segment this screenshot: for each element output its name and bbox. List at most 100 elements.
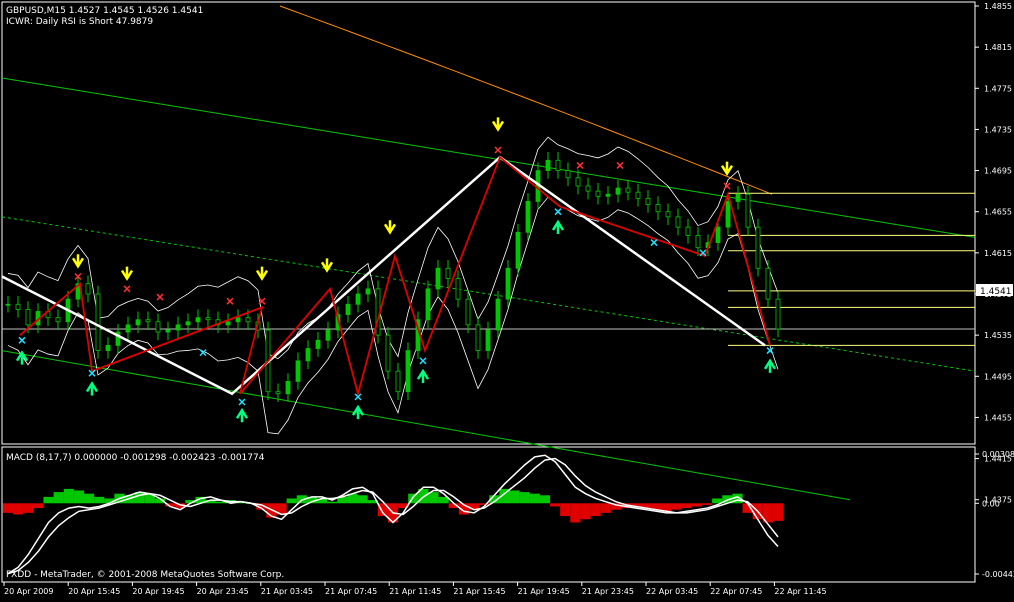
candle-body (475, 324, 481, 351)
candle-body (605, 193, 611, 197)
macd-histogram-bar (13, 503, 24, 515)
candle-body (155, 321, 161, 333)
macd-histogram-bar (286, 498, 297, 504)
candle-body (485, 329, 491, 351)
symbol-info: GBPUSD,M15 1.4527 1.4545 1.4526 1.4541 (6, 6, 203, 16)
time-tick-label: 22 Apr 11:45 (774, 587, 826, 596)
price-tick-label: 1.4655 (984, 208, 1012, 217)
candle-body (125, 324, 131, 333)
candle-body (205, 317, 211, 321)
candle-body (185, 321, 191, 326)
icwr-info: ICWR: Daily RSI is Short 47.9879 (6, 17, 153, 27)
candle-body (365, 288, 371, 295)
candle-body (465, 298, 471, 326)
candle-body (425, 288, 431, 321)
candle-body (765, 267, 771, 300)
candle-body (225, 321, 231, 326)
time-tick-label: 21 Apr 15:45 (453, 587, 505, 596)
candle-body (435, 267, 441, 290)
candle-body (245, 317, 251, 323)
candle-body (285, 381, 291, 395)
macd-histogram-bar (600, 503, 611, 513)
time-tick-label: 20 Apr 15:45 (68, 587, 120, 596)
candle-body (195, 317, 201, 323)
time-tick-label: 21 Apr 07:45 (325, 587, 377, 596)
candle-body (585, 185, 591, 192)
macd-histogram-bar (2, 503, 14, 513)
macd-histogram-bar (772, 503, 784, 521)
candle-body (565, 170, 571, 179)
time-tick-label: 21 Apr 23:45 (582, 587, 634, 596)
macd-panel-frame (1, 446, 976, 583)
candle-body (715, 226, 721, 243)
time-tick-label: 21 Apr 11:45 (389, 587, 441, 596)
macd-histogram-bar (33, 503, 44, 509)
candle-body (275, 391, 281, 395)
candle-body (745, 193, 751, 228)
macd-histogram-bar (570, 503, 581, 523)
macd-histogram-bar (590, 503, 601, 517)
candle-body (405, 350, 411, 393)
macd-histogram-bar (580, 503, 591, 520)
mt4-chart-window[interactable]: 1.4855 1.4815 1.4775 1.4735 1.4695 1.4655 1.46… (0, 0, 1014, 598)
time-tick-label: 21 Apr 19:45 (518, 587, 570, 596)
candle-body (755, 226, 761, 269)
candle-body (455, 278, 461, 300)
candle-body (505, 267, 511, 300)
macd-tick-label: -0.00442 (982, 570, 1014, 579)
candle-body (495, 298, 501, 331)
macd-histogram-bar (428, 492, 439, 504)
macd-histogram-bar (519, 492, 530, 504)
candle-body (555, 159, 561, 171)
macd-histogram-bar (560, 503, 571, 517)
chart-canvas[interactable]: 1.4855 1.4815 1.4775 1.4735 1.4695 1.4655 1.46… (0, 0, 1014, 598)
candle-body (735, 193, 741, 202)
candle-body (15, 303, 21, 310)
time-tick-label: 21 Apr 03:45 (261, 587, 313, 596)
macd-histogram-bar (73, 490, 84, 504)
time-tick-label: 20 Apr 2009 (4, 587, 53, 596)
time-tick-label: 22 Apr 07:45 (710, 587, 762, 596)
candle-body (235, 317, 241, 323)
candle-body (5, 303, 11, 306)
candle-body (145, 319, 151, 323)
price-tick-label: 1.4855 (984, 2, 1012, 11)
copyright-text: FXDD - MetaTrader, © 2001-2008 MetaQuote… (6, 570, 284, 580)
candle-body (775, 298, 781, 330)
macd-tick-label: 0.00308 (982, 450, 1014, 459)
candle-body (645, 197, 651, 205)
candle-body (25, 309, 31, 326)
price-tick-label: 1.4535 (984, 331, 1012, 340)
candle-body (315, 339, 321, 349)
price-tick-label: 1.4615 (984, 249, 1012, 258)
macd-histogram-bar (357, 495, 368, 504)
time-tick-label: 22 Apr 03:45 (646, 587, 698, 596)
price-tick-label: 1.4815 (984, 43, 1012, 52)
candle-body (675, 216, 681, 228)
candle-body (95, 293, 101, 351)
candle-body (105, 345, 111, 351)
candle-body (385, 334, 391, 372)
candle-body (725, 201, 731, 228)
macd-histogram-bar (63, 488, 74, 504)
macd-histogram-bar (94, 496, 105, 504)
macd-histogram-bar (23, 503, 34, 513)
candle-body (85, 283, 91, 295)
candle-body (295, 360, 301, 382)
candle-body (595, 190, 601, 197)
candle-body (345, 303, 351, 315)
macd-histogram-bar (509, 490, 520, 504)
candle-body (325, 329, 331, 341)
macd-label: MACD (8,17,7) 0.000000 -0.001298 -0.0024… (6, 453, 265, 463)
macd-histogram-bar (550, 503, 561, 507)
macd-histogram-bar (539, 495, 551, 504)
candle-body (695, 234, 701, 249)
candle-body (355, 293, 361, 305)
candle-body (635, 191, 641, 199)
candle-body (655, 204, 661, 213)
time-tick-label: 20 Apr 23:45 (197, 587, 249, 596)
macd-histogram-bar (671, 503, 682, 510)
macd-histogram-bar (691, 503, 703, 507)
candle-body (395, 370, 401, 393)
candle-body (545, 159, 551, 171)
